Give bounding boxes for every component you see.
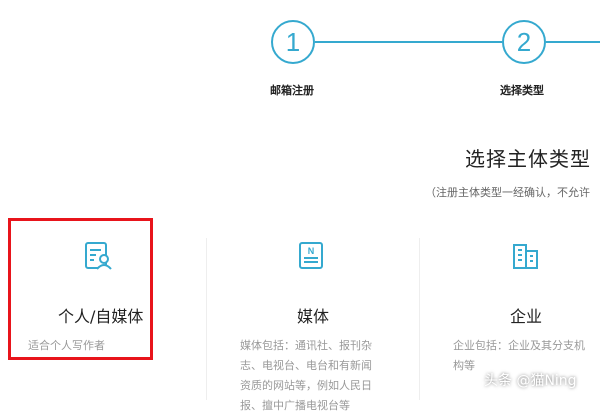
step-2-circle: 2 (502, 20, 546, 64)
card-media-desc-line: 资质的网站等，例如人民日 (240, 379, 372, 392)
step-2-label: 选择类型 (500, 84, 544, 97)
card-media-desc-line: 志、电视台、电台和有新闻 (240, 359, 372, 372)
step-connector (315, 41, 502, 43)
type-note: （注册主体类型一经确认，不允许 (425, 186, 590, 199)
card-media[interactable]: N 媒体 媒体包括：通讯社、报刊杂 志、电视台、电台和有新闻 资质的网站等，例如… (207, 218, 419, 412)
page-title: 选择主体类型 (465, 147, 591, 171)
card-media-title: 媒体 (297, 307, 330, 326)
step-connector-2 (546, 41, 600, 43)
step-1-circle: 1 (271, 20, 315, 64)
step-2-number: 2 (516, 26, 532, 57)
watermark: 头条 @猫Ning (484, 373, 577, 389)
step-1-label: 邮箱注册 (270, 84, 314, 97)
selection-highlight (8, 218, 153, 360)
svg-text:N: N (308, 246, 315, 256)
card-media-desc-line: 媒体包括：通讯社、报刊杂 (240, 339, 372, 352)
card-media-desc: 媒体包括：通讯社、报刊杂 志、电视台、电台和有新闻 资质的网站等，例如人民日 报… (240, 336, 415, 416)
newspaper-icon: N (299, 242, 323, 269)
card-enterprise-desc-line: 企业包括：企业及其分支机 (453, 339, 585, 352)
card-enterprise-title: 企业 (510, 307, 543, 326)
building-icon (513, 244, 538, 269)
card-media-desc-line: 报、擅中广播电视台等 (240, 399, 350, 412)
step-1-number: 1 (285, 26, 301, 57)
